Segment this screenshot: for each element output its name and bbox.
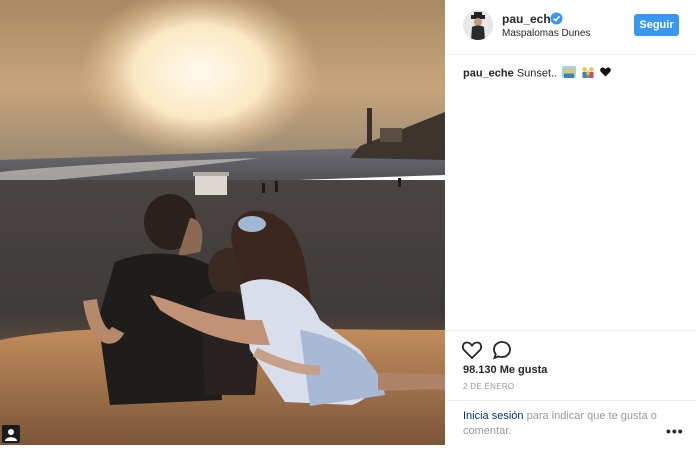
heart-icon[interactable]: [461, 339, 483, 361]
post-date: 2 DE ENERO: [463, 382, 515, 391]
couple-emoji-icon: [562, 66, 577, 81]
caption-text: Sunset..: [516, 67, 558, 80]
avatar[interactable]: [463, 10, 493, 40]
caption: pau_eche Sunset..: [463, 66, 612, 81]
user-icon: [2, 425, 20, 443]
comment-icon[interactable]: [491, 339, 513, 361]
follow-button[interactable]: Seguir: [634, 14, 679, 36]
login-prompt: Inicia sesión para indicar que te gusta …: [463, 409, 663, 439]
heart-emoji-icon: [600, 67, 612, 80]
verified-badge-icon: [550, 12, 563, 25]
family-emoji-icon: [581, 66, 595, 81]
post-side-panel: pau_eche Maspalomas Dunes Seguir pau_ech…: [445, 0, 696, 445]
post-header: pau_eche Maspalomas Dunes Seguir: [445, 0, 696, 55]
likes-count[interactable]: 98.130 Me gusta: [463, 364, 547, 376]
divider: [445, 400, 696, 401]
post-actions: 98.130 Me gusta 2 DE ENERO Inicia sesión…: [445, 330, 696, 461]
post-photo: [0, 0, 445, 445]
caption-username[interactable]: pau_eche: [463, 67, 514, 79]
location-link[interactable]: Maspalomas Dunes: [502, 28, 590, 39]
login-link[interactable]: Inicia sesión: [463, 410, 524, 422]
more-options-icon[interactable]: •••: [666, 423, 684, 439]
